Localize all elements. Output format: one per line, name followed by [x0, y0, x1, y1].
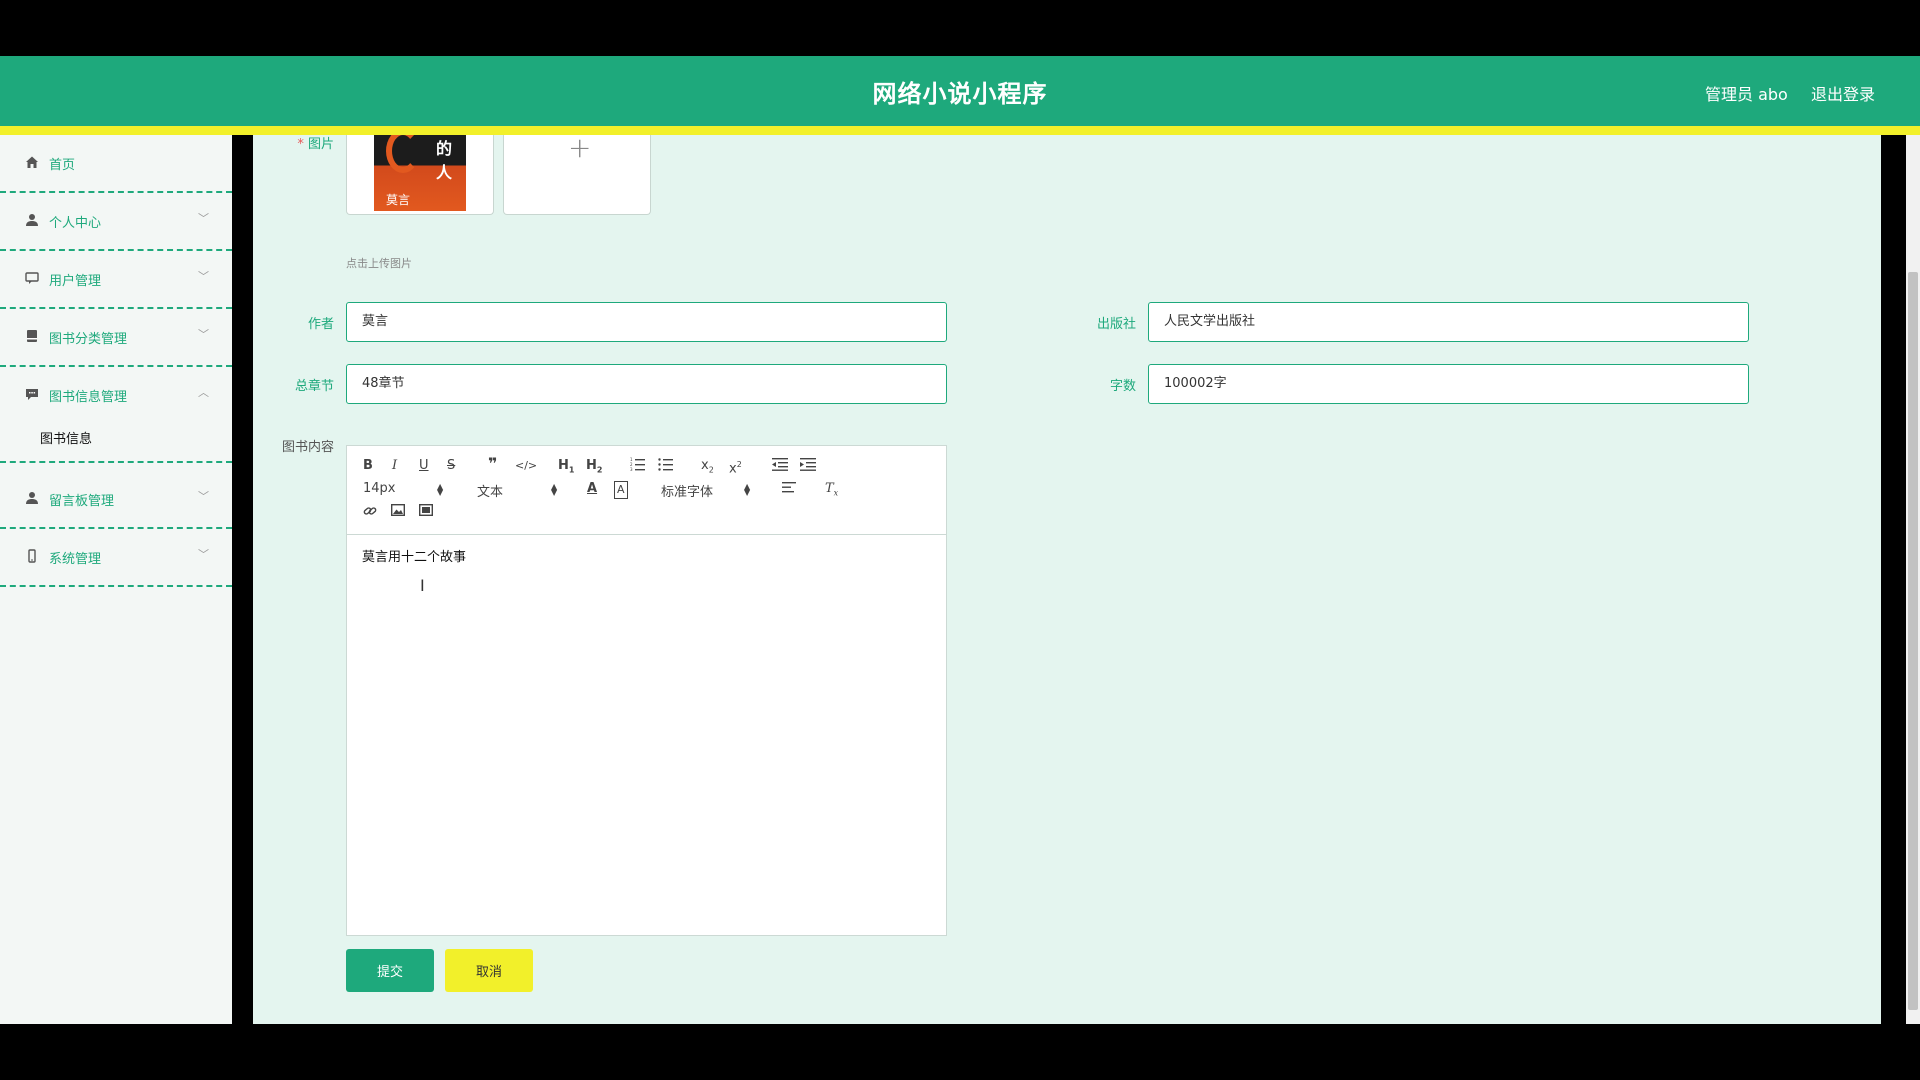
chapters-label: 总章节 — [294, 379, 334, 394]
submenu-spacer — [0, 418, 232, 420]
home-icon — [24, 155, 40, 171]
font-color-icon[interactable]: A — [587, 481, 597, 497]
cancel-button[interactable]: 取消 — [445, 949, 533, 992]
phone-icon — [24, 549, 40, 565]
outdent-icon[interactable] — [772, 457, 788, 476]
indent-icon[interactable] — [800, 457, 816, 476]
message-icon — [24, 387, 40, 403]
sidebar-item-user-management[interactable]: 用户管理 ﹀ — [0, 251, 232, 309]
chevron-down-icon: ﹀ — [198, 548, 209, 561]
word-count-input[interactable]: 100002字 — [1148, 364, 1749, 404]
content-label: 图书内容 — [281, 440, 334, 455]
video-icon[interactable] — [418, 503, 434, 521]
publisher-label: 出版社 — [1096, 317, 1136, 332]
select-arrows-icon: ▲ ▼ — [551, 482, 558, 497]
heading2-icon[interactable]: H2 — [586, 458, 602, 479]
format-select[interactable]: 文本 ▲ ▼ — [477, 481, 562, 501]
letterbox-top — [0, 0, 1920, 56]
chevron-down-icon: ﹀ — [198, 212, 209, 225]
align-icon[interactable] — [782, 481, 796, 499]
logout-link[interactable]: 退出登录 — [1811, 81, 1875, 105]
code-block-icon[interactable]: </> — [515, 458, 537, 474]
plus-icon: + — [568, 131, 592, 164]
font-family-select[interactable]: 标准字体 ▲ ▼ — [661, 481, 755, 501]
divider — [0, 585, 232, 587]
chevron-down-icon: ﹀ — [198, 328, 209, 341]
sidebar-item-label: 个人中心 — [49, 216, 102, 231]
sidebar-item-label: 留言板管理 — [49, 494, 115, 509]
app-title: 网络小说小程序 — [872, 80, 1048, 108]
heading1-icon[interactable]: H1 — [558, 458, 574, 479]
ordered-list-icon[interactable]: 123 — [630, 457, 646, 476]
bullet-list-icon[interactable] — [658, 457, 674, 476]
sidebar-item-book-info-management[interactable]: 图书信息管理 ︿ — [0, 367, 232, 425]
svg-text:3: 3 — [630, 467, 633, 471]
sidebar-item-home[interactable]: 首页 — [0, 135, 232, 193]
cover-author: 莫言 — [386, 193, 411, 207]
superscript-icon[interactable]: x2 — [729, 457, 742, 477]
italic-icon[interactable]: I — [392, 458, 397, 474]
uploaded-image-thumbnail[interactable]: 的人 莫言 — [346, 135, 494, 215]
editor-content[interactable]: 莫言用十二个故事 — [362, 546, 466, 565]
chevron-down-icon: ﹀ — [198, 490, 209, 503]
submit-button[interactable]: 提交 — [346, 949, 434, 992]
editor-toolbar: B I U S ❞ </> H1 H2 123 x2 x2 14px ▲ ▼ 文本… — [347, 446, 946, 535]
scrollbar-thumb[interactable] — [1908, 272, 1918, 1010]
sidebar-item-label: 首页 — [49, 158, 76, 173]
font-family-value: 标准字体 — [661, 485, 714, 500]
rich-text-editor: B I U S ❞ </> H1 H2 123 x2 x2 14px ▲ ▼ 文本… — [346, 445, 947, 936]
chapters-input[interactable]: 48章节 — [346, 364, 947, 404]
sidebar-item-system-management[interactable]: 系统管理 ﹀ — [0, 529, 232, 587]
select-arrows-icon: ▲ ▼ — [437, 482, 444, 497]
divider — [0, 461, 232, 463]
image-icon[interactable] — [390, 503, 406, 521]
user-icon — [24, 213, 40, 229]
sidebar-item-label: 系统管理 — [49, 552, 102, 567]
user-icon — [24, 491, 40, 507]
author-label: 作者 — [307, 317, 334, 332]
sidebar-item-label: 图书信息管理 — [49, 390, 128, 405]
sidebar-item-label: 用户管理 — [49, 274, 102, 289]
font-size-select[interactable]: 14px ▲ ▼ — [363, 481, 448, 497]
admin-label: 管理员 abo — [1705, 85, 1788, 104]
background-color-icon[interactable]: A — [614, 481, 628, 499]
chevron-down-icon: ﹀ — [198, 270, 209, 283]
author-input[interactable]: 莫言 — [346, 302, 947, 342]
required-star: * — [297, 137, 308, 152]
cover-title: 的人 — [436, 139, 453, 182]
select-arrows-icon: ▲ ▼ — [744, 482, 751, 497]
text-cursor-icon: I — [420, 576, 425, 595]
sidebar-item-label: 图书分类管理 — [49, 332, 128, 347]
image-upload-button[interactable]: + — [503, 131, 651, 215]
strikethrough-icon[interactable]: S — [447, 458, 455, 474]
underline-icon[interactable]: U — [419, 458, 429, 474]
sidebar-item-book-category[interactable]: 图书分类管理 ﹀ — [0, 309, 232, 367]
word-count-label: 字数 — [1109, 379, 1136, 394]
clear-format-icon[interactable]: Tx — [825, 481, 838, 502]
cover-swirl — [386, 135, 420, 173]
link-icon[interactable] — [363, 504, 377, 523]
font-size-value: 14px — [363, 481, 396, 496]
image-label-text: 图片 — [307, 137, 334, 152]
book-cover-image: 的人 莫言 — [374, 135, 466, 211]
chevron-up-icon: ︿ — [198, 386, 209, 399]
sidebar: 首页 个人中心 ﹀ 用户管理 ﹀ 图书分类管理 ﹀ 图书信息管理 ︿ 图书信息 — [0, 135, 232, 1024]
blockquote-icon[interactable]: ❞ — [488, 456, 497, 472]
letterbox-bottom — [0, 1024, 1920, 1080]
bold-icon[interactable]: B — [363, 458, 373, 474]
chat-icon — [24, 271, 40, 287]
image-field-label: * 图片 — [280, 133, 334, 152]
sidebar-item-message-board[interactable]: 留言板管理 ﹀ — [0, 471, 232, 529]
publisher-input[interactable]: 人民文学出版社 — [1148, 302, 1749, 342]
book-icon — [24, 329, 40, 345]
submenu-item-book-info[interactable]: 图书信息 — [40, 428, 92, 447]
sidebar-item-personal-center[interactable]: 个人中心 ﹀ — [0, 193, 232, 251]
format-value: 文本 — [477, 485, 504, 500]
upload-hint: 点击上传图片 — [346, 257, 412, 270]
subscript-icon[interactable]: x2 — [701, 458, 714, 479]
